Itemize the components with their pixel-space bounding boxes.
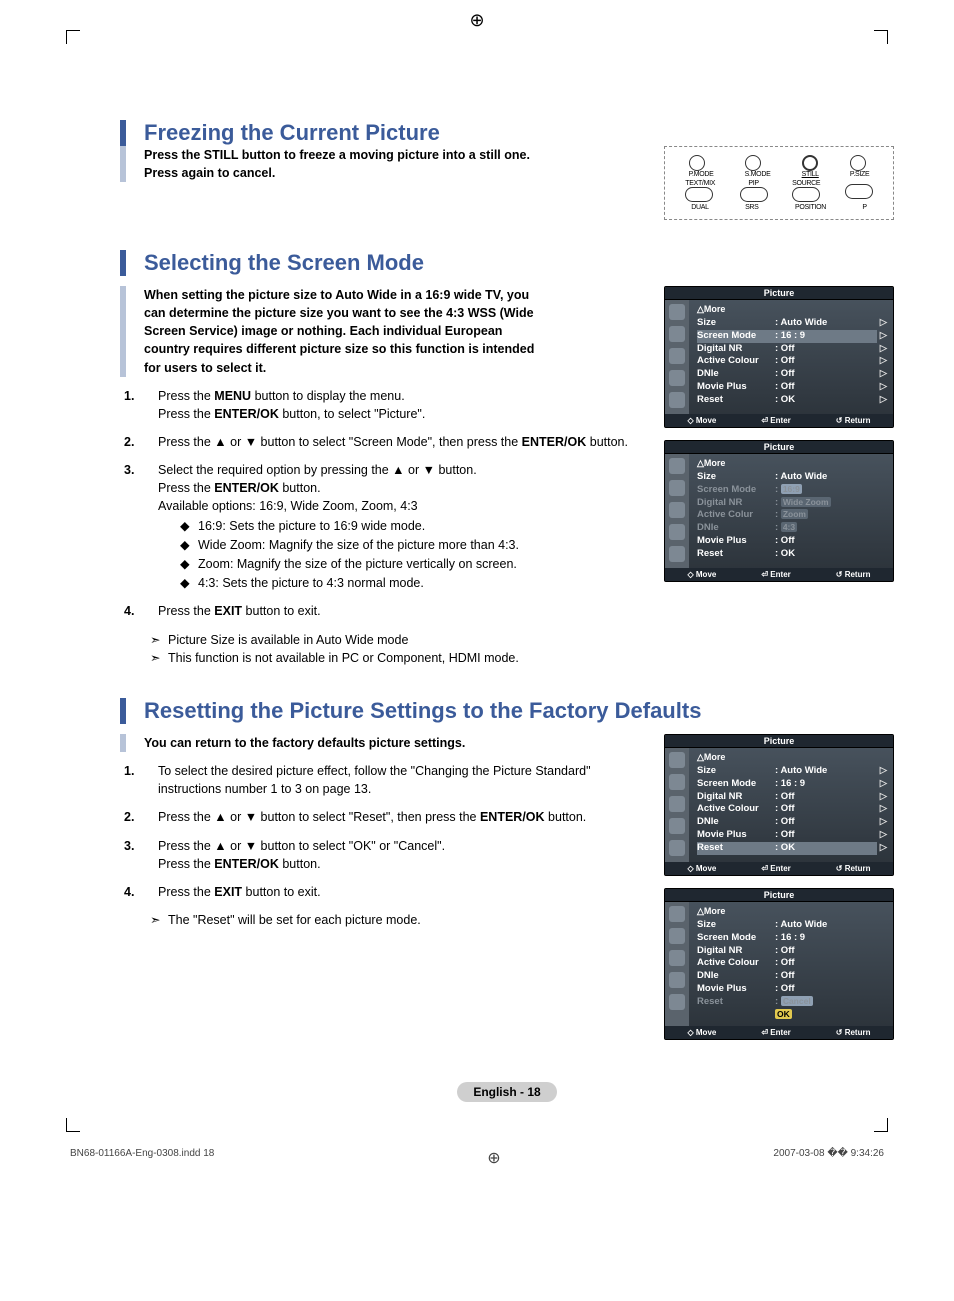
osd-row: Digital NR: Off▷ <box>697 791 887 804</box>
osd-footer: ◇ Move⏎ Enter↺ Return <box>665 1026 893 1039</box>
osd-row: Digital NR: Off <box>697 945 887 958</box>
osd-row: OK <box>697 1009 887 1022</box>
step-item: 4. Press the EXIT button to exit. <box>150 602 644 620</box>
section-title: Resetting the Picture Settings to the Fa… <box>120 698 894 724</box>
osd-row: Size: Auto Wide▷ <box>697 765 887 778</box>
osd-row: Reset: OK▷ <box>697 394 887 407</box>
step-item: 2. Press the ▲ or ▼ button to select "Re… <box>150 808 644 826</box>
osd-row: Movie Plus: Off▷ <box>697 829 887 842</box>
osd-screenshot: Picture △More Size: Auto WideScreen Mode: … <box>664 440 894 582</box>
osd-row: DNIe: Off▷ <box>697 816 887 829</box>
section-title: Selecting the Screen Mode <box>120 250 894 276</box>
osd-row: Screen Mode: 16 : 9 <box>697 932 887 945</box>
note-item: The "Reset" will be set for each picture… <box>150 911 644 930</box>
osd-screenshot: Picture △More Size: Auto WideScreen Mode: … <box>664 888 894 1040</box>
osd-row: Reset: OK <box>697 548 887 561</box>
osd-screenshot: Picture △More Size: Auto Wide▷Screen Mode:… <box>664 734 894 876</box>
registration-mark-icon: ⊕ <box>487 1148 500 1168</box>
osd-row: Movie Plus: Off▷ <box>697 381 887 394</box>
osd-row: Digital NR: Off▷ <box>697 343 887 356</box>
osd-row: DNIe: Off <box>697 970 887 983</box>
osd-row: Size: Auto Wide <box>697 471 887 484</box>
step-item: 3. Press the ▲ or ▼ button to select "OK… <box>150 837 644 873</box>
steps-list: 1. To select the desired picture effect,… <box>120 762 644 901</box>
osd-row: Active Colour: Off <box>697 957 887 970</box>
steps-list: 1. Press the MENU button to display the … <box>120 387 644 621</box>
crop-mark-icon <box>874 1118 888 1132</box>
osd-title: Picture <box>665 889 893 902</box>
step-item: 1. Press the MENU button to display the … <box>150 387 644 423</box>
osd-more: △More <box>697 752 887 763</box>
osd-footer: ◇ Move⏎ Enter↺ Return <box>665 414 893 427</box>
intro-text: You can return to the factory defaults p… <box>144 734 544 752</box>
osd-row: DNIe: Off▷ <box>697 368 887 381</box>
intro-text: When setting the picture size to Auto Wi… <box>144 286 544 377</box>
osd-row: Digital NR: Wide Zoom <box>697 497 887 510</box>
osd-row: Screen Mode: 16 : 9▷ <box>697 330 887 343</box>
footer-meta: BN68-01166A-Eng-0308.indd 18 ⊕ 2007-03-0… <box>70 1148 884 1168</box>
osd-row: DNIe: 4:3 <box>697 522 887 535</box>
osd-more: △More <box>697 906 887 917</box>
osd-footer: ◇ Move⏎ Enter↺ Return <box>665 862 893 875</box>
remote-illustration: P.MODE S.MODE STILL P.SIZE TEXT/MIX PIP … <box>664 146 894 220</box>
osd-row: Size: Auto Wide <box>697 919 887 932</box>
note-item: Picture Size is available in Auto Wide m… <box>150 631 644 650</box>
osd-row: Reset: OK▷ <box>697 842 887 855</box>
step-item: 4. Press the EXIT button to exit. <box>150 883 644 901</box>
step-item: 1. To select the desired picture effect,… <box>150 762 644 798</box>
osd-screenshot: Picture △More Size: Auto Wide▷Screen Mode:… <box>664 286 894 428</box>
osd-row: Active Colur: Zoom <box>697 509 887 522</box>
osd-row: Screen Mode: 16 : 9▷ <box>697 778 887 791</box>
osd-row: Movie Plus: Off <box>697 535 887 548</box>
section-title: Freezing the Current Picture <box>120 120 894 146</box>
osd-row: Active Colour: Off▷ <box>697 803 887 816</box>
bullet-item: 16:9: Sets the picture to 16:9 wide mode… <box>180 517 644 536</box>
bullet-item: 4:3: Sets the picture to 4:3 normal mode… <box>180 574 644 593</box>
intro-text: Press the STILL button to freeze a movin… <box>144 146 544 182</box>
osd-more: △More <box>697 458 887 469</box>
osd-row: Size: Auto Wide▷ <box>697 317 887 330</box>
osd-title: Picture <box>665 441 893 454</box>
osd-title: Picture <box>665 735 893 748</box>
osd-title: Picture <box>665 287 893 300</box>
footer-file: BN68-01166A-Eng-0308.indd 18 <box>70 1148 214 1168</box>
bullet-item: Wide Zoom: Magnify the size of the pictu… <box>180 536 644 555</box>
section-reset: Resetting the Picture Settings to the Fa… <box>120 698 894 1052</box>
note-item: This function is not available in PC or … <box>150 649 644 668</box>
osd-row: Reset: Cancel <box>697 996 887 1009</box>
footer-date: 2007-03-08 �� 9:34:26 <box>773 1148 884 1168</box>
page-number-label: English - 18 <box>120 1082 894 1102</box>
section-freezing: Freezing the Current Picture Press the S… <box>120 120 894 220</box>
osd-row: Active Colour: Off▷ <box>697 355 887 368</box>
bullet-item: Zoom: Magnify the size of the picture ve… <box>180 555 644 574</box>
osd-more: △More <box>697 304 887 315</box>
osd-row: Movie Plus: Off <box>697 983 887 996</box>
step-item: 2. Press the ▲ or ▼ button to select "Sc… <box>150 433 644 451</box>
crop-mark-icon <box>66 1118 80 1132</box>
step-item: 3. Select the required option by pressin… <box>150 461 644 592</box>
section-screen-mode: Selecting the Screen Mode When setting t… <box>120 250 894 668</box>
osd-row: Screen Mode: 16:9 <box>697 484 887 497</box>
osd-footer: ◇ Move⏎ Enter↺ Return <box>665 568 893 581</box>
